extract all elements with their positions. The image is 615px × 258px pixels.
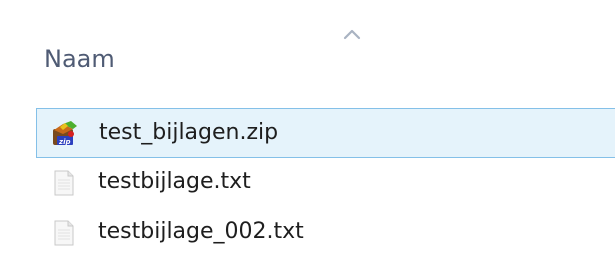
file-explorer-pane: Naam zip test_bijlagen.zip testbijlage.t… xyxy=(0,0,615,258)
file-row-testbijlage-txt[interactable]: testbijlage.txt xyxy=(36,158,615,208)
file-row-test-bijlagen-zip[interactable]: zip test_bijlagen.zip xyxy=(36,108,615,158)
file-row-testbijlage-002-txt[interactable]: testbijlage_002.txt xyxy=(36,208,615,258)
text-file-icon xyxy=(50,169,78,197)
column-header-name[interactable]: Naam xyxy=(0,0,615,100)
text-file-icon xyxy=(50,219,78,247)
file-name: testbijlage.txt xyxy=(98,169,251,194)
file-name: testbijlage_002.txt xyxy=(98,219,304,244)
column-header-label: Naam xyxy=(44,45,115,73)
sort-ascending-chevron-icon[interactable] xyxy=(342,26,362,40)
file-name: test_bijlagen.zip xyxy=(99,120,279,145)
svg-text:zip: zip xyxy=(58,138,70,146)
zip-archive-icon: zip xyxy=(51,120,79,148)
